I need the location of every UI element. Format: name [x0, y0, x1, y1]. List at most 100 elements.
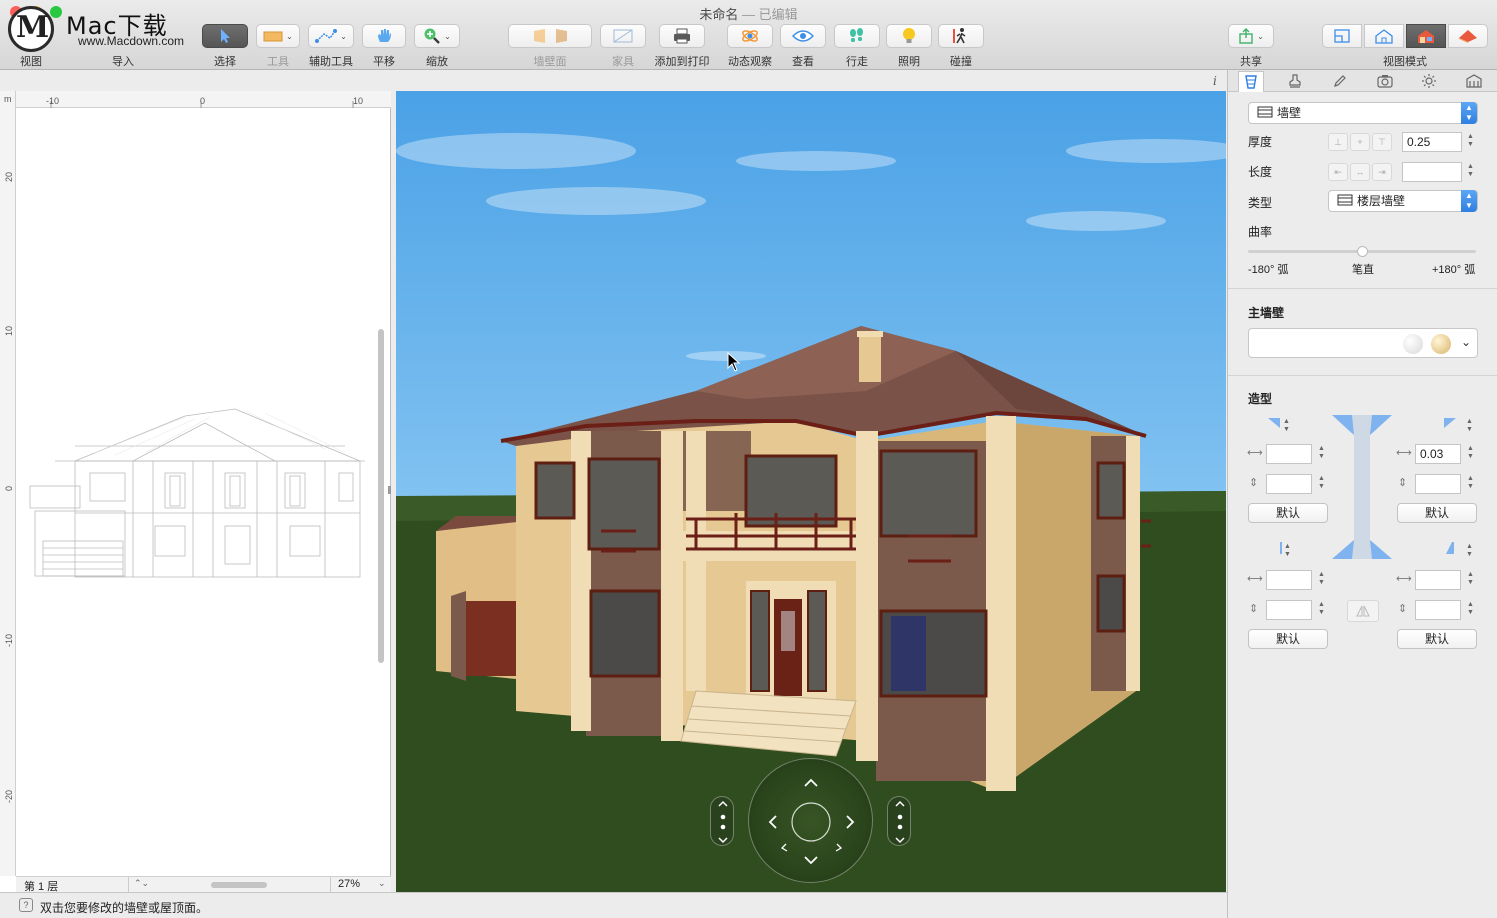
- align-bottom-icon[interactable]: ⊤: [1372, 133, 1392, 151]
- bottom-left-height-stepper[interactable]: ▲ ▼: [1317, 601, 1326, 617]
- bottom-right-default-button[interactable]: 默认: [1397, 629, 1477, 649]
- plan-vertical-scrollbar[interactable]: [378, 329, 384, 663]
- thickness-stepper[interactable]: ▲ ▼: [1466, 133, 1475, 149]
- elevation-control-right[interactable]: [887, 796, 911, 846]
- wall-icon: [1257, 106, 1273, 118]
- view-mode-label: 视图模式: [1383, 56, 1427, 68]
- orbit-label: 动态观察: [728, 56, 772, 68]
- help-icon[interactable]: ?: [19, 898, 33, 912]
- tab-wall-object[interactable]: [1238, 71, 1264, 92]
- level-stepper-icon[interactable]: ⌃⌄: [134, 878, 149, 889]
- ruler-left-label: 0: [4, 485, 14, 491]
- chevron-down-icon[interactable]: ⌄: [1461, 335, 1471, 349]
- elevation-control-left[interactable]: [710, 796, 734, 846]
- hand-icon: [378, 29, 391, 42]
- statusbar: ? 双击您要修改的墙壁或屋顶面。: [0, 892, 1227, 918]
- view-tool[interactable]: 视图: [12, 24, 50, 69]
- bottom-right-profile-stepper[interactable]: ▲ ▼: [1465, 543, 1474, 559]
- top-left-height-input[interactable]: [1266, 474, 1312, 494]
- mirror-icon: [1356, 605, 1370, 617]
- ruler-top-label: 0: [200, 96, 206, 106]
- zoom-menu[interactable]: ⌄ 缩放: [414, 24, 460, 69]
- bottom-left-profile-stepper[interactable]: ▲ ▼: [1283, 543, 1292, 559]
- view-mode-3d-button[interactable]: [1406, 24, 1446, 48]
- extend-right-icon[interactable]: ⇥: [1372, 163, 1392, 181]
- 3d-viewport[interactable]: [396, 91, 1226, 892]
- bottom-right-width-stepper[interactable]: ▲ ▼: [1466, 571, 1475, 587]
- share-menu[interactable]: ⌄ 共享: [1228, 24, 1274, 69]
- collision-tool[interactable]: 碰撞: [938, 24, 984, 69]
- wall-type-select[interactable]: 楼层墙壁 ▲ ▼: [1328, 190, 1478, 212]
- tab-pencil[interactable]: [1329, 72, 1351, 90]
- ruler-unit: m: [4, 94, 12, 104]
- furniture-tool[interactable]: 家具: [600, 24, 646, 69]
- tab-camera[interactable]: [1374, 72, 1396, 90]
- bottom-left-height-input[interactable]: [1266, 600, 1312, 620]
- mirror-profile-button[interactable]: [1347, 600, 1379, 622]
- object-type-select[interactable]: 墙壁 ▲ ▼: [1248, 102, 1478, 124]
- extend-both-icon[interactable]: ↔: [1350, 163, 1370, 181]
- thickness-align-buttons[interactable]: ⊥ + ⊤: [1328, 133, 1392, 151]
- main-wall-material-picker[interactable]: ⌄: [1248, 328, 1478, 358]
- inspector-tabs: [1228, 70, 1497, 92]
- navigation-joystick[interactable]: [748, 758, 873, 883]
- top-right-width-stepper[interactable]: ▲ ▼: [1466, 445, 1475, 461]
- material-swatch-beige-icon[interactable]: [1431, 334, 1451, 354]
- view-mode-roof-button[interactable]: [1448, 24, 1488, 48]
- bottom-left-width-input[interactable]: [1266, 570, 1312, 590]
- top-left-width-input[interactable]: [1266, 444, 1312, 464]
- info-icon[interactable]: i: [1213, 74, 1217, 88]
- extend-left-icon[interactable]: ⇤: [1328, 163, 1348, 181]
- mouse-cursor-icon: [727, 352, 741, 372]
- bottom-right-height-input[interactable]: [1415, 600, 1461, 620]
- add-to-print-button[interactable]: 添加到打印: [652, 24, 712, 69]
- top-left-height-stepper[interactable]: ▲ ▼: [1317, 475, 1326, 491]
- aux-tools-menu[interactable]: ⌄ 辅助工具: [308, 24, 354, 69]
- plan-zoom-selector[interactable]: 27%: [338, 878, 360, 890]
- thickness-input[interactable]: 0.25: [1402, 132, 1462, 152]
- pan-tool[interactable]: 平移: [362, 24, 406, 69]
- top-right-profile-stepper[interactable]: ▲ ▼: [1465, 418, 1474, 434]
- chevron-down-icon[interactable]: ⌄: [378, 878, 386, 889]
- bottom-right-height-stepper[interactable]: ▲ ▼: [1466, 601, 1475, 617]
- top-right-width-input[interactable]: 0.03: [1415, 444, 1461, 464]
- length-stepper[interactable]: ▲ ▼: [1466, 163, 1475, 179]
- look-tool[interactable]: 查看: [780, 24, 826, 69]
- length-direction-buttons[interactable]: ⇤ ↔ ⇥: [1328, 163, 1392, 181]
- bottom-left-width-stepper[interactable]: ▲ ▼: [1317, 571, 1326, 587]
- length-input[interactable]: [1402, 162, 1462, 182]
- top-left-width-stepper[interactable]: ▲ ▼: [1317, 445, 1326, 461]
- walk-tool[interactable]: 行走: [834, 24, 880, 69]
- lighting-tool[interactable]: 照明: [886, 24, 932, 69]
- import-tool[interactable]: 导入: [98, 24, 148, 69]
- width-icon: ⟷: [1247, 573, 1263, 585]
- material-swatch-white-icon[interactable]: [1403, 334, 1423, 354]
- width-icon: ⟷: [1396, 447, 1412, 459]
- orbit-tool[interactable]: 动态观察: [722, 24, 778, 69]
- align-center-icon[interactable]: +: [1350, 133, 1370, 151]
- view-mode-2d-button[interactable]: [1322, 24, 1362, 48]
- wall-face-tool[interactable]: 墙壁面: [508, 24, 592, 69]
- top-left-default-button[interactable]: 默认: [1248, 503, 1328, 523]
- curvature-slider-thumb[interactable]: [1356, 246, 1368, 257]
- wall-face-label: 墙壁面: [533, 56, 567, 68]
- tab-stamp[interactable]: [1284, 72, 1306, 90]
- top-left-profile-stepper[interactable]: ▲ ▼: [1282, 418, 1291, 434]
- tab-sun[interactable]: [1418, 72, 1440, 90]
- align-top-icon[interactable]: ⊥: [1328, 133, 1348, 151]
- eye-icon: [792, 30, 814, 42]
- bottom-right-width-input[interactable]: [1415, 570, 1461, 590]
- select-tool[interactable]: 选择: [202, 24, 248, 69]
- plan-horizontal-scrollbar[interactable]: [211, 882, 267, 888]
- split-divider-handle[interactable]: [388, 486, 391, 494]
- top-right-height-input[interactable]: [1415, 474, 1461, 494]
- bottom-left-default-button[interactable]: 默认: [1248, 629, 1328, 649]
- tab-building[interactable]: [1463, 72, 1485, 90]
- height-icon: ⇕: [1249, 477, 1259, 489]
- tools-menu[interactable]: ⌄ 工具: [256, 24, 300, 69]
- width-icon: ⟷: [1247, 447, 1263, 459]
- plan-panel[interactable]: -10 0 10 m 20 10 0 -10 -20 第 1 层 ⌃⌄ 27% …: [0, 91, 391, 893]
- view-mode-split-button[interactable]: [1364, 24, 1404, 48]
- top-right-height-stepper[interactable]: ▲ ▼: [1466, 475, 1475, 491]
- top-right-default-button[interactable]: 默认: [1397, 503, 1477, 523]
